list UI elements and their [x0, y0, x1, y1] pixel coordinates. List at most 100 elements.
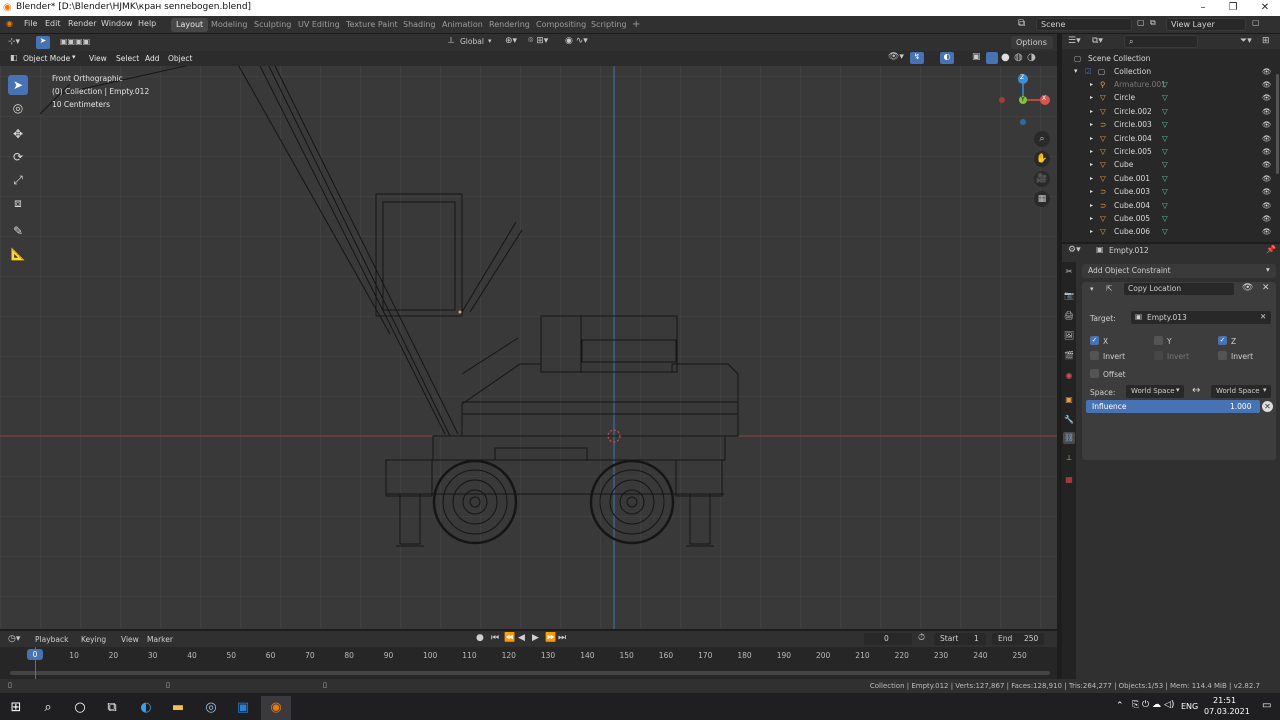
eye-icon[interactable]: 👁	[1262, 118, 1272, 131]
tool-tab-icon[interactable]: ✂	[1063, 266, 1075, 278]
move-tool-icon[interactable]: ✥	[8, 124, 28, 144]
chevron-right-icon[interactable]: ▸	[1090, 78, 1093, 91]
cortana-icon[interactable]: ○	[65, 696, 95, 720]
edge-browser-icon[interactable]: ◐	[131, 696, 161, 720]
object-data-icon[interactable]: ▽	[1162, 225, 1168, 238]
eye-icon[interactable]: 👁	[1242, 283, 1253, 293]
end-frame-field[interactable]: End 250	[992, 633, 1044, 645]
maximize-button[interactable]: ❐	[1218, 0, 1248, 16]
view-layer-selector[interactable]: View Layer	[1166, 18, 1246, 31]
collapse-icon[interactable]: ▾	[1090, 285, 1094, 293]
gizmo-toggle-icon[interactable]: ↯	[910, 52, 924, 64]
object-data-icon[interactable]: ▽	[1162, 158, 1168, 171]
viewport-menu-object[interactable]: Object	[168, 54, 192, 63]
object-data-icon[interactable]: ▽	[1162, 91, 1168, 104]
timeline-view-menu[interactable]: View	[121, 635, 139, 644]
start-frame-field[interactable]: Start 1	[934, 633, 986, 645]
wireframe-shading-icon[interactable]	[986, 52, 998, 64]
chevron-right-icon[interactable]: ▸	[1090, 212, 1093, 225]
modifier-tab-icon[interactable]: 🔧	[1063, 414, 1075, 426]
swap-arrows-icon[interactable]: ↔	[1192, 385, 1200, 396]
outliner-item[interactable]: ▸ ▽ Cube.006 ▽ 👁	[1062, 225, 1280, 238]
chevron-right-icon[interactable]: ▸	[1090, 91, 1093, 104]
z-checkbox[interactable]: ✓	[1218, 336, 1227, 345]
chevron-right-icon[interactable]: ▸	[1090, 185, 1093, 198]
render-tab-icon[interactable]: 📷	[1063, 290, 1075, 302]
photos-app-icon[interactable]: ▣	[228, 696, 258, 720]
timeline-editor-icon[interactable]: ◷▾	[8, 634, 20, 644]
outliner-editor-icon[interactable]: ☰▾	[1068, 36, 1081, 46]
chevron-right-icon[interactable]: ▸	[1090, 118, 1093, 131]
constraint-name-field[interactable]: Copy Location	[1124, 283, 1234, 295]
playback-menu[interactable]: Playback	[35, 635, 68, 644]
outliner-item[interactable]: ▸ ⚲ Armature.001 ▽ 👁	[1062, 78, 1280, 91]
menu-render[interactable]: Render	[68, 19, 96, 28]
chevron-right-icon[interactable]: ▸	[1090, 172, 1093, 185]
clear-target-icon[interactable]: ✕	[1260, 312, 1266, 321]
tab-modeling[interactable]: Modeling	[206, 18, 252, 32]
chevron-right-icon[interactable]: ▸	[1090, 105, 1093, 118]
task-view-icon[interactable]: ⧉	[97, 696, 127, 720]
object-data-icon[interactable]: ▽	[1162, 132, 1168, 145]
steam-icon[interactable]: ◎	[196, 696, 226, 720]
pin-icon[interactable]: 📌	[1266, 245, 1276, 254]
object-data-icon[interactable]: ▽	[1162, 78, 1168, 91]
display-mode-icon[interactable]: ⧉▾	[1092, 36, 1103, 46]
filter-icon[interactable]: ⏷▾	[1240, 36, 1252, 46]
outliner-item[interactable]: ▸ ⊃ Circle.003 ▽ 👁	[1062, 118, 1280, 131]
play-icon[interactable]: ▶	[532, 633, 539, 643]
object-data-icon[interactable]: ▽	[1162, 145, 1168, 158]
texture-tab-icon[interactable]: ▦	[1063, 474, 1075, 486]
tree-row-collection[interactable]: ▾ ☑ ▢ Collection 👁	[1062, 65, 1280, 78]
outliner-search-input[interactable]: ⌕	[1124, 35, 1198, 48]
offset-checkbox[interactable]	[1090, 369, 1099, 378]
rotate-tool-icon[interactable]: ⟳	[8, 147, 28, 167]
clock-time[interactable]: 21:51	[1213, 696, 1236, 705]
eye-icon[interactable]: 👁	[1262, 132, 1272, 145]
tray-icons[interactable]: ⎘ ⏻ ☁ ◁)	[1132, 700, 1174, 710]
eye-icon[interactable]: 👁	[1262, 65, 1272, 78]
windows-start-icon[interactable]: ⊞	[1, 696, 31, 720]
jump-end-icon[interactable]: ⏭	[558, 633, 566, 643]
delete-scene-icon[interactable]: ▢	[1137, 18, 1145, 27]
tab-layout[interactable]: Layout	[171, 18, 209, 32]
tray-chevron-icon[interactable]: ⌃	[1116, 701, 1124, 711]
disable-keep-temp-icon[interactable]: ✕	[1262, 401, 1273, 412]
world-tab-icon[interactable]: ◉	[1063, 370, 1075, 382]
chevron-right-icon[interactable]: ▸	[1090, 225, 1093, 238]
timeline-scrollbar[interactable]	[10, 671, 1050, 675]
tab-rendering[interactable]: Rendering	[484, 18, 535, 32]
outliner-item[interactable]: ▸ ▽ Cube ▽ 👁	[1062, 158, 1280, 171]
tab-animation[interactable]: Animation	[437, 18, 488, 32]
pan-hand-icon[interactable]: ✋	[1034, 151, 1050, 167]
tab-texture-paint[interactable]: Texture Paint	[341, 18, 403, 32]
target-field[interactable]: ▣ Empty.013 ✕	[1131, 311, 1271, 324]
minimize-button[interactable]: –	[1188, 0, 1218, 16]
measure-tool-icon[interactable]: 📐	[8, 244, 28, 264]
options-dropdown[interactable]: Options	[1011, 36, 1053, 49]
next-keyframe-icon[interactable]: ⏩	[545, 633, 556, 643]
navigation-gizmo[interactable]	[996, 72, 1056, 127]
view-layer-tab-icon[interactable]: 🖼	[1063, 330, 1075, 342]
clock-icon[interactable]: ⏱	[918, 633, 925, 643]
new-view-layer-icon[interactable]: ▢	[1252, 18, 1260, 27]
invert-y-checkbox[interactable]	[1154, 351, 1163, 360]
outliner-item[interactable]: ▸ ▽ Cube.001 ▽ 👁	[1062, 172, 1280, 185]
menu-edit[interactable]: Edit	[45, 19, 61, 28]
viewport-menu-add[interactable]: Add	[145, 54, 160, 63]
output-tab-icon[interactable]: 🖨	[1063, 310, 1075, 322]
object-data-icon[interactable]: ▽	[1162, 118, 1168, 131]
eye-icon[interactable]: 👁	[1262, 225, 1272, 238]
tab-scripting[interactable]: Scripting	[586, 18, 632, 32]
3d-viewport[interactable]: ⊹▾ ➤ ▣▣▣▣ ⟂ Global ▾ ⊕▾ ⌾ ⊞▾ ◉ ∿▾ Option…	[0, 34, 1057, 629]
object-mode-dropdown[interactable]: Object Mode	[23, 54, 70, 63]
visibility-icon[interactable]: 👁▾	[888, 52, 904, 62]
target-space-dropdown[interactable]: World Space ▾	[1211, 385, 1271, 398]
select-box-tool-icon[interactable]: ➤	[8, 75, 28, 95]
new-collection-icon[interactable]: ⊞	[1262, 36, 1270, 46]
playhead-frame-badge[interactable]: 0	[27, 649, 43, 660]
pivot-icon[interactable]: ⊕▾	[505, 36, 517, 46]
object-data-icon[interactable]: ▽	[1162, 212, 1168, 225]
menu-help[interactable]: Help	[138, 19, 156, 28]
eye-icon[interactable]: 👁	[1262, 78, 1272, 91]
